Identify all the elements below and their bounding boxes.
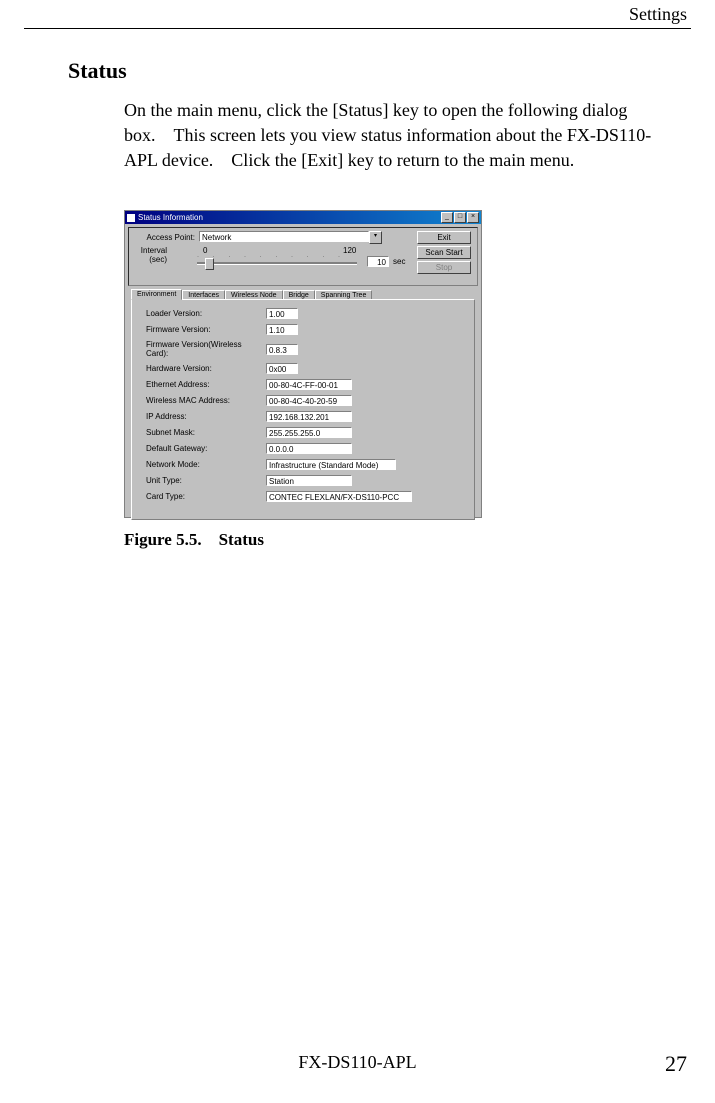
header-section-label: Settings	[629, 4, 687, 25]
subnet-mask-value: 255.255.255.0	[266, 427, 352, 438]
interval-label-1: Interval	[133, 246, 167, 255]
scan-start-button[interactable]: Scan Start	[417, 246, 471, 259]
minimize-button[interactable]: _	[441, 212, 453, 223]
firmware-version-label: Firmware Version:	[146, 325, 266, 334]
body-paragraph: On the main menu, click the [Status] key…	[124, 98, 680, 174]
page-number: 27	[665, 1051, 687, 1077]
status-dialog: Status Information _ □ × Access Point: N…	[124, 210, 482, 518]
unit-type-label: Unit Type:	[146, 476, 266, 485]
wireless-mac-value: 00-80-4C-40-20-59	[266, 395, 352, 406]
figure-caption: Figure 5.5. Status	[124, 530, 264, 550]
ip-address-value: 192.168.132.201	[266, 411, 352, 422]
card-type-label: Card Type:	[146, 492, 266, 501]
interval-slider[interactable]: 0 120 · · · · · · · · · · · · ·	[197, 248, 367, 268]
app-icon	[127, 214, 135, 222]
firmware-version-value: 1.10	[266, 324, 298, 335]
network-mode-value: Infrastructure (Standard Mode)	[266, 459, 396, 470]
top-panel: Access Point: Network ▾ Exit Interval (s…	[128, 227, 478, 286]
loader-version-value: 1.00	[266, 308, 298, 319]
titlebar: Status Information _ □ ×	[125, 211, 481, 224]
default-gateway-value: 0.0.0.0	[266, 443, 352, 454]
footer-device-name: FX-DS110-APL	[0, 1052, 715, 1073]
chevron-down-icon[interactable]: ▾	[369, 231, 382, 244]
exit-button[interactable]: Exit	[417, 231, 471, 244]
dialog-title: Status Information	[138, 213, 203, 222]
network-mode-label: Network Mode:	[146, 460, 266, 469]
header-divider	[24, 28, 691, 29]
hardware-version-label: Hardware Version:	[146, 364, 266, 373]
tab-environment[interactable]: Environment	[131, 289, 182, 300]
section-title: Status	[68, 58, 127, 84]
access-point-dropdown[interactable]: Network	[199, 231, 369, 242]
interval-value-field[interactable]: 10	[367, 256, 389, 267]
wireless-mac-label: Wireless MAC Address:	[146, 396, 266, 405]
card-type-value: CONTEC FLEXLAN/FX-DS110-PCC	[266, 491, 412, 502]
ip-address-label: IP Address:	[146, 412, 266, 421]
firmware-wireless-value: 0.8.3	[266, 344, 298, 355]
firmware-wireless-label: Firmware Version(Wireless Card):	[146, 340, 266, 358]
access-point-label: Access Point:	[133, 233, 199, 242]
default-gateway-label: Default Gateway:	[146, 444, 266, 453]
hardware-version-value: 0x00	[266, 363, 298, 374]
stop-button[interactable]: Stop	[417, 261, 471, 274]
sec-label: sec	[393, 257, 405, 274]
close-button[interactable]: ×	[467, 212, 479, 223]
ethernet-address-label: Ethernet Address:	[146, 380, 266, 389]
tab-content-environment: Loader Version:1.00 Firmware Version:1.1…	[131, 299, 475, 520]
maximize-button[interactable]: □	[454, 212, 466, 223]
unit-type-value: Station	[266, 475, 352, 486]
subnet-mask-label: Subnet Mask:	[146, 428, 266, 437]
loader-version-label: Loader Version:	[146, 309, 266, 318]
ethernet-address-value: 00-80-4C-FF-00-01	[266, 379, 352, 390]
interval-label-2: (sec)	[133, 255, 167, 264]
